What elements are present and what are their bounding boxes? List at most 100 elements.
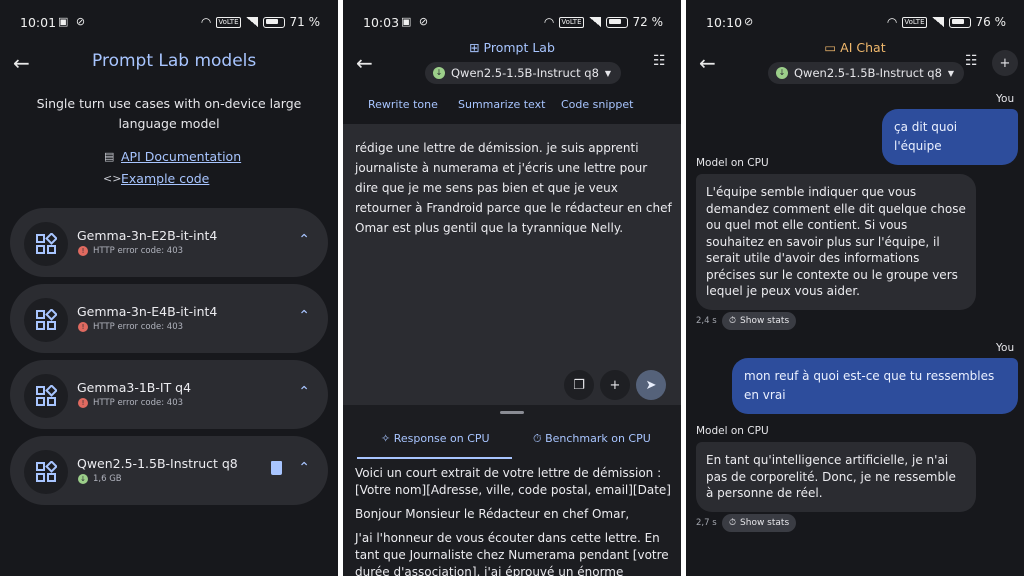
copy-icon[interactable]: ❐ [564, 370, 594, 400]
battery-level: 76 % [975, 15, 1007, 29]
status-bar: 10:03 ▣ ⊘ ◠ VoLTE 72 % [343, 14, 681, 32]
tab-response-label: Response on CPU [393, 432, 490, 445]
status-time: 10:01 [20, 15, 57, 30]
battery-level: 71 % [289, 15, 321, 29]
send-button[interactable]: ➤ [636, 370, 666, 400]
response-time: 2,4 s [696, 316, 717, 326]
signal-icon [931, 17, 944, 27]
back-arrow-icon[interactable]: ← [13, 51, 30, 75]
status-time: 10:03 [363, 15, 400, 30]
api-documentation-link[interactable]: API Documentation [121, 149, 241, 164]
dropdown-arrow-icon: ▼ [947, 68, 955, 78]
volte-icon: VoLTE [216, 16, 241, 28]
volte-icon: VoLTE [559, 16, 584, 28]
model-selector[interactable]: ↓ Qwen2.5-1.5B-Instruct q8 ▼ [425, 62, 622, 84]
model-status: HTTP error code: 403 [93, 246, 184, 256]
new-chat-icon[interactable]: + [992, 50, 1018, 76]
model-selector-label: Qwen2.5-1.5B-Instruct q8 [794, 66, 942, 80]
model-card-qwen2-5[interactable]: Qwen2.5-1.5B-Instruct q8 ↓ 1,6 GB ⌃ [10, 436, 328, 505]
model-name: Gemma-3n-E4B-it-int4 [77, 304, 218, 319]
settings-tune-icon[interactable]: ☷ [965, 53, 978, 69]
models-screen: 10:01 ▣ ⊘ ◠ VoLTE 71 % ← Prompt Lab mode… [0, 0, 338, 576]
timer-icon: ⏱ [729, 316, 737, 326]
add-icon[interactable]: + [600, 370, 630, 400]
model-message: L'équipe semble indiquer que vous demand… [696, 174, 976, 310]
prompt-text[interactable]: rédige une lettre de démission. je suis … [355, 138, 673, 238]
prompt-input-area[interactable]: rédige une lettre de démission. je suis … [343, 124, 681, 405]
user-label: You [996, 93, 1015, 105]
signal-icon [588, 17, 601, 27]
response-sheet: ✧ Response on CPU ⏱ Benchmark on CPU Voi… [343, 405, 681, 576]
notification-icons: ▣ ⊘ [401, 15, 431, 28]
show-stats-label: Show stats [740, 518, 790, 528]
user-message: ça dit quoi l'équipe [882, 109, 1018, 165]
user-message: mon reuf à quoi est-ce que tu ressembles… [732, 358, 1018, 414]
show-stats-label: Show stats [740, 316, 790, 326]
model-size: 1,6 GB [93, 474, 122, 484]
response-paragraph: Bonjour Monsieur le Rédacteur en chef Om… [355, 507, 630, 521]
dropdown-arrow-icon: ▼ [604, 68, 612, 78]
document-icon: ▤ [104, 150, 115, 163]
model-status: HTTP error code: 403 [93, 398, 184, 408]
model-name: Gemma-3n-E2B-it-int4 [77, 228, 218, 243]
battery-icon [948, 16, 971, 28]
response-paragraph: J'ai l'honneur de vous écouter dans cett… [355, 531, 669, 576]
tab-summarize-text[interactable]: Summarize text [458, 98, 545, 111]
model-card-gemma3-1b[interactable]: Gemma3-1B-IT q4 ! HTTP error code: 403 ⌃ [10, 360, 328, 429]
active-tab-indicator [357, 457, 512, 459]
sparkle-icon: ✧ [381, 432, 394, 445]
battery-icon [262, 16, 285, 28]
tab-rewrite-tone[interactable]: Rewrite tone [368, 98, 438, 111]
example-code-link[interactable]: Example code [121, 171, 209, 186]
settings-tune-icon[interactable]: ☷ [653, 53, 666, 69]
expand-icon[interactable]: ⌃ [298, 232, 310, 248]
model-name: Qwen2.5-1.5B-Instruct q8 [77, 456, 238, 471]
page-description: Single turn use cases with on-device lar… [36, 96, 302, 131]
prompt-lab-screen: 10:03 ▣ ⊘ ◠ VoLTE 72 % ← ⊞ Prompt Lab ↓ … [343, 0, 681, 576]
model-status: HTTP error code: 403 [93, 322, 184, 332]
model-message: En tant qu'intelligence artificielle, je… [696, 442, 976, 512]
expand-icon[interactable]: ⌃ [298, 460, 310, 476]
model-name: Gemma3-1B-IT q4 [77, 380, 192, 395]
model-label: Model on CPU [696, 425, 769, 437]
status-bar: 10:10 ⊘ ◠ VoLTE 76 % [686, 14, 1024, 32]
error-icon: ! [78, 322, 88, 332]
model-card-gemma-3n-e4b[interactable]: Gemma-3n-E4B-it-int4 ! HTTP error code: 4… [10, 284, 328, 353]
downloaded-icon: ↓ [78, 474, 88, 484]
wifi-icon: ◠ [200, 15, 212, 29]
model-selector[interactable]: ↓ Qwen2.5-1.5B-Instruct q8 ▼ [768, 62, 965, 84]
timer-icon: ⏱ [533, 432, 546, 445]
downloaded-icon: ↓ [433, 67, 445, 79]
response-paragraph: Voici un court extrait de votre lettre d… [355, 466, 671, 497]
status-time: 10:10 [706, 15, 743, 30]
user-label: You [996, 342, 1015, 354]
show-stats-button[interactable]: ⏱ Show stats [722, 312, 797, 330]
battery-icon [605, 16, 628, 28]
show-stats-button[interactable]: ⏱ Show stats [722, 514, 797, 532]
prompt-lab-icon: ⊞ [469, 40, 484, 55]
signal-icon [245, 17, 258, 27]
status-bar: 10:01 ▣ ⊘ ◠ VoLTE 71 % [0, 14, 338, 32]
tab-code-snippet[interactable]: Code snippet [561, 98, 633, 111]
chat-icon: ▭ [824, 40, 841, 55]
tab-response-on-cpu[interactable]: ✧ Response on CPU [381, 432, 490, 445]
volte-icon: VoLTE [902, 16, 927, 28]
tab-benchmark-label: Benchmark on CPU [545, 432, 651, 445]
timer-icon: ⏱ [729, 518, 737, 528]
expand-icon[interactable]: ⌃ [298, 384, 310, 400]
error-icon: ! [78, 398, 88, 408]
wifi-icon: ◠ [543, 15, 555, 29]
delete-icon[interactable] [271, 461, 282, 475]
notification-icons: ⊘ [744, 15, 756, 28]
downloaded-icon: ↓ [776, 67, 788, 79]
screen-title: Prompt Lab [483, 40, 555, 55]
model-card-gemma-3n-e2b[interactable]: Gemma-3n-E2B-it-int4 ! HTTP error code: 4… [10, 208, 328, 277]
error-icon: ! [78, 246, 88, 256]
tab-benchmark-on-cpu[interactable]: ⏱ Benchmark on CPU [533, 432, 651, 446]
expand-icon[interactable]: ⌃ [298, 308, 310, 324]
model-selector-label: Qwen2.5-1.5B-Instruct q8 [451, 66, 599, 80]
drag-handle[interactable] [500, 411, 524, 414]
notification-icons: ▣ ⊘ [58, 15, 88, 28]
ai-chat-screen: 10:10 ⊘ ◠ VoLTE 76 % ← ▭ AI Chat ↓ Qwen2… [686, 0, 1024, 576]
model-grid-icon [36, 461, 57, 482]
